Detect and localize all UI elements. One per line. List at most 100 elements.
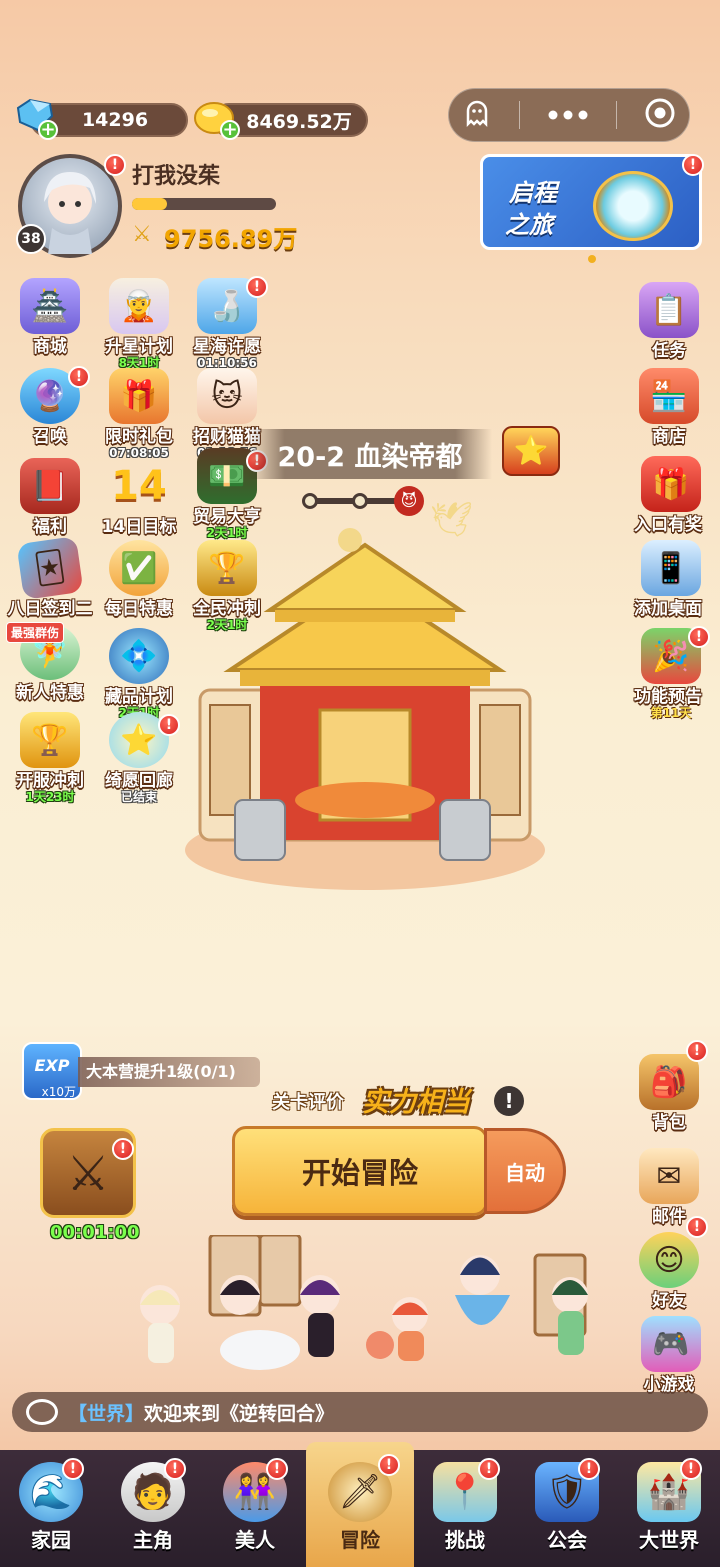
nav-home-alert-badge: ! bbox=[62, 1458, 84, 1480]
hero-party bbox=[110, 1233, 610, 1375]
newbie-deal-tag: 最强群伤 bbox=[6, 622, 65, 643]
auto-battle-button[interactable]: 自动 bbox=[484, 1128, 566, 1214]
wish-corridor-label: 绮愿回廊 bbox=[105, 771, 173, 791]
nav-beauty[interactable]: 👭 美人 bbox=[204, 1450, 306, 1567]
start-adventure-button[interactable]: 开始冒险 bbox=[232, 1126, 488, 1216]
player-power: 9756.89万 bbox=[164, 225, 298, 253]
nav-beauty-alert-badge: ! bbox=[266, 1458, 288, 1480]
star-plan-icon: 🧝 bbox=[109, 278, 169, 334]
red-book-icon: 📕 bbox=[20, 458, 80, 514]
store-label: 商店 bbox=[652, 427, 686, 447]
treasure-chest-icon[interactable]: ⭐ bbox=[502, 426, 560, 476]
nav-home[interactable]: 🌊 家园 bbox=[0, 1450, 102, 1567]
nav-hero-label: 主角 bbox=[133, 1528, 173, 1552]
entry-reward-button[interactable]: 🎁 入口有奖 bbox=[632, 456, 710, 535]
star-plan-label: 升星计划 bbox=[105, 337, 173, 357]
star-wish-label: 星海许愿 bbox=[193, 337, 261, 357]
nav-hero-alert-badge: ! bbox=[164, 1458, 186, 1480]
newbie-deal-label: 新人特惠 bbox=[16, 683, 84, 703]
capsule-divider bbox=[519, 101, 521, 129]
shop-icon: 🏯 bbox=[20, 278, 80, 334]
gem-count: 14296 bbox=[81, 109, 149, 131]
nav-beauty-label: 美人 bbox=[235, 1528, 275, 1552]
nav-world[interactable]: 🏰 大世界 bbox=[618, 1450, 720, 1567]
check-fan-icon: ✅ bbox=[109, 540, 169, 596]
mini-game-button[interactable]: 🎮 小游戏 bbox=[632, 1316, 710, 1395]
capsule-divider bbox=[615, 101, 617, 129]
wish-corridor-status: 已结束 bbox=[120, 790, 157, 804]
add-gem-button[interactable]: + bbox=[38, 120, 58, 140]
chat-message: 欢迎来到《逆转回合》 bbox=[144, 1402, 335, 1425]
server-sprint-label: 开服冲刺 bbox=[16, 771, 84, 791]
nav-hero[interactable]: 🧑 主角 bbox=[102, 1450, 204, 1567]
ghost-icon[interactable] bbox=[462, 98, 492, 132]
feature-preview-label: 功能预告 bbox=[634, 687, 702, 707]
exp-badge-text: EXP bbox=[34, 1056, 70, 1075]
nav-world-label: 大世界 bbox=[639, 1528, 699, 1552]
nav-adventure-label: 冒险 bbox=[340, 1528, 380, 1552]
wish-corridor-alert-badge: ! bbox=[158, 714, 180, 736]
add-desktop-button[interactable]: 📱 添加桌面 bbox=[632, 540, 710, 619]
banner-alert-badge: ! bbox=[682, 154, 704, 176]
eight-day-signin-button[interactable]: 🃏 八日签到二 bbox=[7, 536, 93, 619]
backpack-button[interactable]: 🎒 背包 bbox=[632, 1054, 706, 1133]
daily-deal-button[interactable]: ✅ 每日特惠 bbox=[96, 540, 182, 619]
storefront-icon: 🏪 bbox=[639, 368, 699, 424]
14-day-goal-button[interactable]: 14 14日目标 bbox=[96, 458, 182, 537]
idle-reward-alert-badge: ! bbox=[112, 1138, 134, 1160]
world-chat-bar[interactable]: 【世界】 欢迎来到《逆转回合》 bbox=[12, 1392, 708, 1432]
more-icon[interactable] bbox=[547, 106, 589, 125]
daily-deal-label: 每日特惠 bbox=[105, 599, 173, 619]
journey-banner[interactable]: 启程 之旅 bbox=[480, 154, 702, 250]
star-plan-button[interactable]: 🧝 升星计划 8天1时 bbox=[96, 278, 182, 370]
nav-adventure-alert-badge: ! bbox=[378, 1454, 400, 1476]
collection-plan-button[interactable]: 💠 藏品计划 2天1时 bbox=[96, 628, 182, 720]
limited-pack-label: 限时礼包 bbox=[105, 427, 173, 447]
stage-title: 20-2 血染帝都 bbox=[248, 429, 492, 479]
nav-world-alert-badge: ! bbox=[680, 1458, 702, 1480]
store-button[interactable]: 🏪 商店 bbox=[632, 368, 706, 447]
avatar-alert-badge: ! bbox=[104, 154, 126, 176]
phone-add-icon: 📱 bbox=[641, 540, 701, 596]
quest-text: 大本营提升1级(0/1) bbox=[86, 1062, 236, 1081]
summon-alert-badge: ! bbox=[68, 366, 90, 388]
quest-bar[interactable]: 大本营提升1级(0/1) bbox=[78, 1057, 260, 1087]
welfare-button[interactable]: 📕 福利 bbox=[7, 458, 93, 537]
task-label: 任务 bbox=[652, 341, 686, 361]
nav-challenge[interactable]: 📍 挑战 bbox=[414, 1450, 516, 1567]
shop-button[interactable]: 🏯 商城 bbox=[7, 278, 93, 357]
backpack-label: 背包 bbox=[652, 1113, 686, 1133]
limited-pack-button[interactable]: 🎁 限时礼包 07:08:05 bbox=[96, 368, 182, 460]
friends-button[interactable]: 😊 好友 bbox=[632, 1232, 706, 1311]
welfare-label: 福利 bbox=[33, 517, 67, 537]
bird-icon: 🕊 bbox=[430, 500, 474, 540]
stage-node-2 bbox=[352, 493, 368, 509]
exp-bar bbox=[132, 198, 276, 210]
feature-preview-day: 第11天 bbox=[650, 706, 692, 720]
chat-bubble-icon bbox=[26, 1399, 58, 1425]
rating-info-icon[interactable]: ! bbox=[494, 1086, 524, 1116]
collection-plan-label: 藏品计划 bbox=[105, 687, 173, 707]
star-wish-alert-badge: ! bbox=[246, 276, 268, 298]
friends-label: 好友 bbox=[652, 1291, 686, 1311]
rating-value: 实力相当 bbox=[362, 1087, 470, 1118]
page-indicator-dot bbox=[588, 255, 596, 263]
shop-label: 商城 bbox=[33, 337, 67, 357]
summon-label: 召唤 bbox=[33, 427, 67, 447]
add-desktop-label: 添加桌面 bbox=[634, 599, 702, 619]
stage-node-1 bbox=[302, 493, 318, 509]
boss-node-icon: 😈 bbox=[394, 486, 424, 516]
feature-preview-alert-badge: ! bbox=[688, 626, 710, 648]
mini-program-capsule bbox=[448, 88, 690, 142]
task-button[interactable]: 📋 任务 bbox=[632, 282, 706, 361]
friends-icon: 😊 bbox=[639, 1232, 699, 1288]
add-gold-button[interactable]: + bbox=[220, 120, 240, 140]
player-name: 打我没茱 bbox=[132, 164, 221, 189]
server-sprint-button[interactable]: 🏆 开服冲刺 1天23时 bbox=[7, 712, 93, 804]
close-target-icon[interactable] bbox=[644, 97, 676, 133]
exp-badge-icon: EXP x10万 bbox=[22, 1042, 82, 1100]
player-level: 38 bbox=[16, 224, 46, 254]
nav-guild[interactable]: 🛡 公会 bbox=[516, 1450, 618, 1567]
banner-title-1: 启程 bbox=[509, 179, 557, 207]
clipboard-icon: 📋 bbox=[639, 282, 699, 338]
